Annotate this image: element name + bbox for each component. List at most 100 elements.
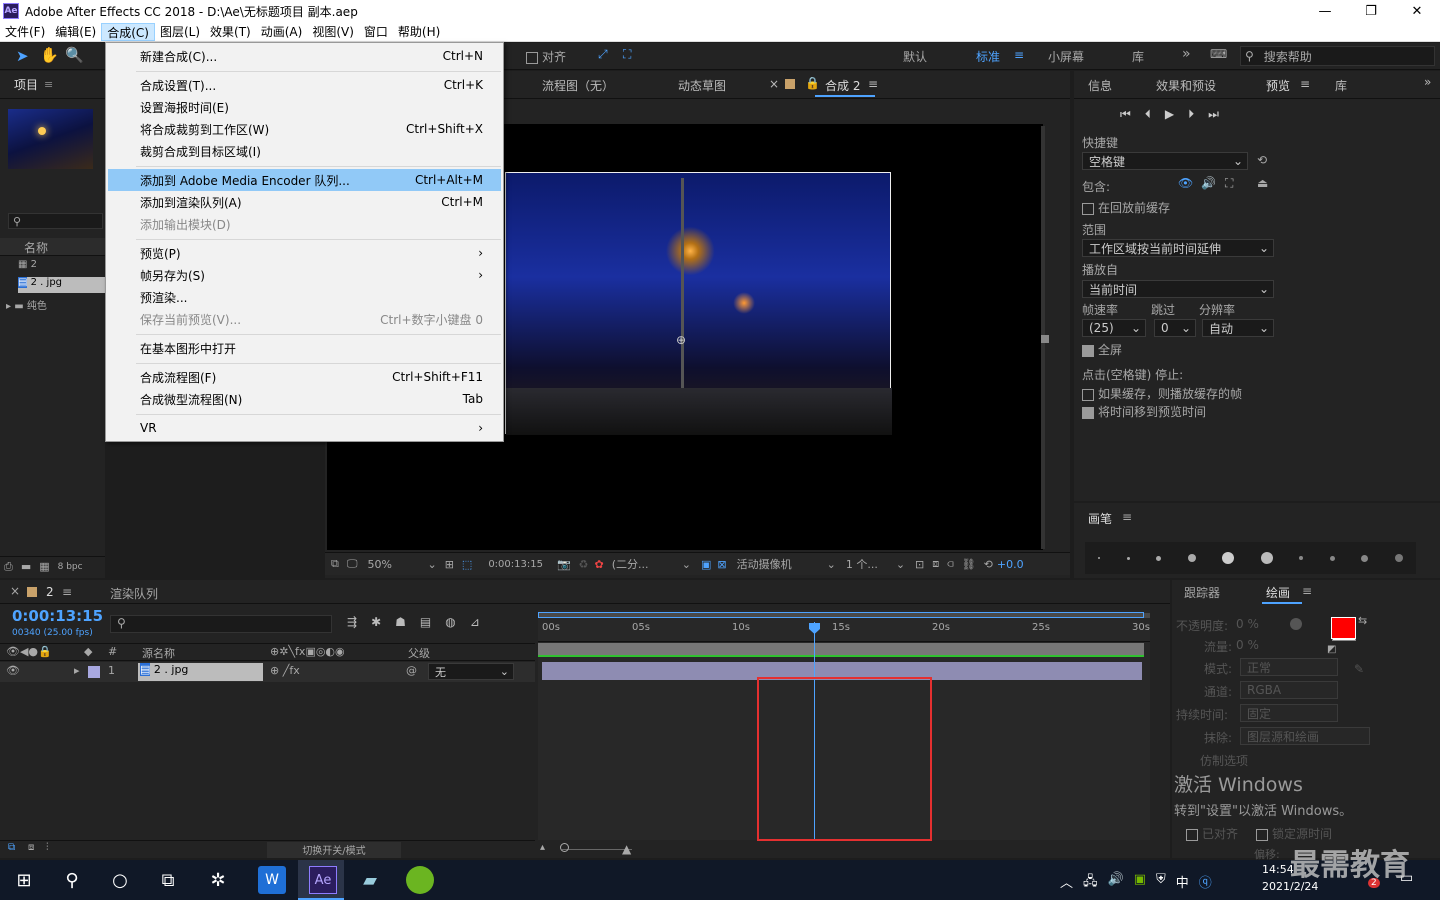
menu-item[interactable]: 在基本图形中打开 <box>108 337 501 359</box>
monitor-icon[interactable]: 🖵 <box>347 557 358 571</box>
hand-tool-icon[interactable]: ✋ <box>40 46 59 64</box>
menu-animation[interactable]: 动画(A) <box>256 23 308 41</box>
brush-tips[interactable] <box>1085 542 1416 574</box>
volume-icon[interactable]: 🔊 <box>1108 872 1124 894</box>
flow-value[interactable]: 0 % <box>1236 638 1259 652</box>
qq-icon[interactable]: ⓠ <box>1199 872 1212 894</box>
more-workspaces-button[interactable]: » <box>1182 46 1191 62</box>
new-comp-icon[interactable]: ▦ <box>39 560 49 573</box>
tab-effects-presets[interactable]: 效果和预设 <box>1156 77 1216 94</box>
menu-item[interactable]: 设置海报时间(E) <box>108 96 501 118</box>
swap-colors-icon[interactable]: ⇆ <box>1358 614 1367 627</box>
motion-blur-icon[interactable]: ◍ <box>445 615 455 629</box>
close-button[interactable]: ✕ <box>1394 0 1440 22</box>
first-frame-icon[interactable]: ⏮ <box>1120 107 1131 122</box>
anchor-point-icon[interactable]: ⊕ <box>676 333 686 347</box>
timeline-timecode[interactable]: 0:00:13:15 <box>12 607 103 625</box>
skip-select[interactable]: 0 ⌄ <box>1154 319 1196 337</box>
layer-switches-toggle-icon[interactable]: ⧉ <box>8 842 15 853</box>
interpret-footage-icon[interactable]: ⎙ <box>4 560 13 574</box>
menu-item[interactable]: 预览(P) › <box>108 242 501 264</box>
project-search-input[interactable]: ⚲ <box>8 213 103 229</box>
workspace-standard[interactable]: 标准 <box>976 48 1000 65</box>
toggle-switches-modes-button[interactable]: 切换开关/模式 <box>267 842 401 858</box>
tab-tracker[interactable]: 跟踪器 <box>1184 584 1220 601</box>
timeline-search-input[interactable]: ⚲ <box>110 615 332 633</box>
panel-menu-icon[interactable]: ≡ <box>1122 510 1132 524</box>
tab-flowchart[interactable]: 流程图（无） <box>542 77 614 94</box>
snap-checkbox[interactable]: 对齐 <box>526 48 566 65</box>
cache-before-checkbox[interactable]: 在回放前缓存 <box>1082 199 1170 216</box>
search-icon[interactable]: ⚲ <box>58 866 86 894</box>
range-select[interactable]: 工作区域按当前时间延伸 ⌄ <box>1082 239 1274 257</box>
wps-icon[interactable]: W <box>258 866 286 894</box>
in-out-icon[interactable]: ⫶ <box>46 842 49 853</box>
panel-menu-icon[interactable]: ≡ <box>1300 77 1310 91</box>
overlay-icon[interactable]: ⛶ <box>1225 176 1233 191</box>
security-icon[interactable]: ⛨ <box>1156 872 1166 894</box>
snap-edge-icon[interactable]: ⤢ <box>598 47 608 62</box>
zoom-out-icon[interactable]: ▴ <box>540 842 545 853</box>
comp-mini-flowchart-icon[interactable]: ⇶ <box>347 615 357 629</box>
zoom-slider-handle[interactable] <box>560 843 569 852</box>
resolution-dropdown[interactable]: (二分... <box>612 556 682 572</box>
task-view-icon[interactable]: ⧉ <box>154 866 182 894</box>
panel-menu-icon[interactable]: ≡ <box>44 78 53 91</box>
channel-select[interactable]: RGBA <box>1240 681 1338 699</box>
play-icon[interactable]: ▶ <box>1165 107 1174 122</box>
night-street-image[interactable] <box>505 172 892 435</box>
network-icon[interactable]: 🖧 <box>1083 872 1098 894</box>
aligned-checkbox[interactable]: 已对齐 <box>1186 825 1238 842</box>
shortcut-select[interactable]: 空格键 ⌄ <box>1082 152 1248 170</box>
graph-editor-icon[interactable]: ⊿ <box>470 615 480 629</box>
menu-item[interactable]: VR › <box>108 417 501 439</box>
views-dropdown[interactable]: 1 个... <box>846 556 896 572</box>
tray-expand-icon[interactable]: ︿ <box>1060 872 1073 894</box>
layer-name[interactable]: ▤ 2 . jpg <box>138 663 263 681</box>
snapshot-icon[interactable]: 📷 <box>557 558 571 571</box>
default-colors-icon[interactable]: ◩ <box>1327 644 1336 655</box>
channel-icon[interactable]: ✿ <box>595 558 604 571</box>
safe-margins-icon[interactable]: ⊞ <box>445 558 454 571</box>
panel-menu-icon[interactable]: ≡ <box>1302 584 1312 598</box>
new-folder-icon[interactable]: ▬ <box>21 560 31 573</box>
fullscreen-checkbox[interactable]: 全屏 <box>1082 341 1122 358</box>
eyedropper-icon[interactable]: ✎ <box>1354 662 1364 676</box>
menu-window[interactable]: 窗口 <box>359 23 393 41</box>
column-name[interactable]: 名称 <box>24 239 48 256</box>
menu-item[interactable]: 预渲染... <box>108 286 501 308</box>
visibility-icon[interactable]: 👁 <box>6 664 20 677</box>
nvidia-icon[interactable]: ▣ <box>1134 872 1146 894</box>
notepad-icon[interactable]: ▰ <box>356 866 384 894</box>
tab-paint[interactable]: 绘画 <box>1266 584 1290 601</box>
project-item-solids[interactable]: ▸ ▬ 纯色 <box>6 297 47 312</box>
ime-indicator[interactable]: 中 <box>1176 872 1189 894</box>
previous-frame-icon[interactable]: ⏴ <box>1145 107 1151 122</box>
region-of-interest-icon[interactable]: ⬚ <box>462 558 472 571</box>
menu-item[interactable]: 合成流程图(F) Ctrl+Shift+F11 <box>108 366 501 388</box>
menu-item[interactable]: 合成设置(T)... Ctrl+K <box>108 74 501 96</box>
cortana-icon[interactable]: ○ <box>106 866 134 894</box>
mode-select[interactable]: 正常 <box>1240 658 1338 676</box>
time-ruler[interactable]: 00s 05s 10s 15s 20s 25s 30s <box>538 620 1150 642</box>
parent-select[interactable]: 无 ⌄ <box>428 663 514 680</box>
work-area-bar[interactable] <box>538 612 1144 618</box>
maximize-button[interactable]: ❐ <box>1348 0 1394 22</box>
menu-item[interactable]: 合成微型流程图(N) Tab <box>108 388 501 410</box>
export-icon[interactable]: ⏏ <box>1257 176 1268 190</box>
opacity-value[interactable]: 0 % <box>1236 617 1259 631</box>
brush-panel-title[interactable]: 画笔 <box>1088 510 1112 527</box>
windows-start-icon[interactable]: ⊞ <box>10 866 38 894</box>
source-name-header[interactable]: 源名称 <box>142 645 175 661</box>
fps-select[interactable]: (25) ⌄ <box>1082 319 1146 337</box>
menu-file[interactable]: 文件(F) <box>0 23 50 41</box>
keyboard-icon[interactable]: ⌨ <box>1210 47 1227 61</box>
selection-tool-icon[interactable]: ➤ <box>16 47 29 65</box>
next-frame-icon[interactable]: ⏵ <box>1188 107 1194 122</box>
camera-dropdown[interactable]: 活动摄像机 <box>737 556 827 572</box>
minimize-button[interactable]: — <box>1302 0 1348 22</box>
menu-layer[interactable]: 图层(L) <box>155 23 205 41</box>
duration-select[interactable]: 固定 <box>1240 704 1338 722</box>
tab-preview[interactable]: 预览 <box>1266 77 1290 94</box>
resolution-select[interactable]: 自动 ⌄ <box>1202 319 1274 337</box>
